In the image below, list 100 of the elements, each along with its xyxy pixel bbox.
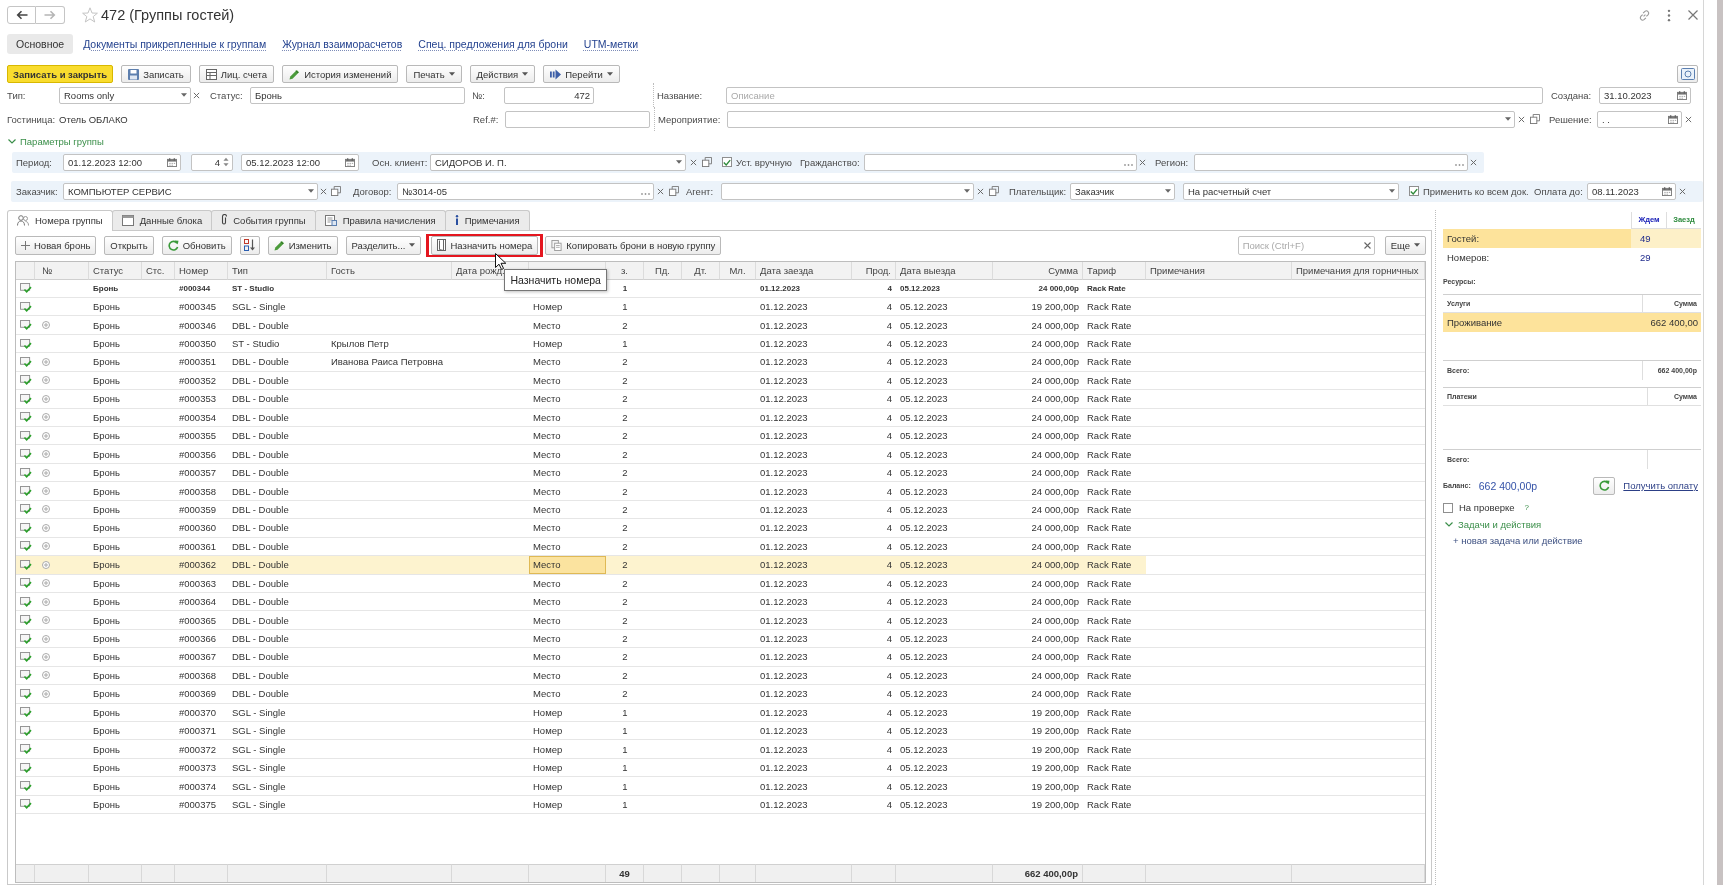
tasks-toggle[interactable]: Задачи и действия <box>1443 517 1542 532</box>
new-task-link[interactable]: + новая задача или действие <box>1443 533 1583 548</box>
column-header[interactable]: Примечания для горничных <box>1292 261 1425 280</box>
column-header[interactable]: Гость <box>327 261 452 280</box>
payment-method-field[interactable]: На расчетный счет <box>1183 182 1399 200</box>
table-row[interactable]: Бронь #000360 DBL - Double Место 2 01.12.2023 4 05.12.2023 24 000,00р Rack Rate <box>16 519 1425 538</box>
table-row[interactable]: Бронь #000356 DBL - Double Место 2 01.12.2023 4 05.12.2023 24 000,00р Rack Rate <box>16 445 1425 464</box>
checkbox[interactable] <box>722 157 732 167</box>
client-field[interactable]: СИДОРОВ И. П. <box>430 153 686 171</box>
copy-button[interactable]: Копировать брони в новую группу <box>545 235 722 255</box>
split-button[interactable]: Разделить... <box>345 235 422 255</box>
back-button[interactable] <box>7 6 36 24</box>
column-header[interactable]: Примечания <box>1146 261 1292 280</box>
table-row[interactable]: Бронь #000368 DBL - Double Место 2 01.12.2023 4 05.12.2023 24 000,00р Rack Rate <box>16 666 1425 686</box>
date-field[interactable]: . . <box>1597 110 1682 128</box>
column-header[interactable]: Дата выезда <box>896 261 993 280</box>
assign-rooms-button[interactable]: Назначить номера <box>431 235 539 255</box>
column-header[interactable]: Сумма <box>993 261 1083 280</box>
section-link[interactable]: UTM-метки <box>583 37 639 50</box>
edit-button[interactable]: Изменить <box>267 235 338 255</box>
payer-field[interactable]: Заказчик <box>1070 182 1175 200</box>
section-link[interactable]: Спец. предложения для брони <box>418 37 568 50</box>
new-booking-button[interactable]: Новая бронь <box>15 235 97 255</box>
refresh-button[interactable] <box>1593 476 1616 495</box>
table-row[interactable]: Бронь #000355 DBL - Double Место 2 01.12.2023 4 05.12.2023 24 000,00р Rack Rate <box>16 427 1425 446</box>
tab[interactable]: Данные блока <box>111 209 213 230</box>
clear-icon[interactable] <box>1470 158 1477 166</box>
column-header[interactable]: Прод. <box>852 261 896 280</box>
table-row[interactable]: Бронь #000346 DBL - Double Место 2 01.12.2023 4 05.12.2023 24 000,00р Rack Rate <box>16 316 1425 335</box>
squares-icon[interactable] <box>331 186 341 196</box>
table-row[interactable]: Бронь #000352 DBL - Double Место 2 01.12.2023 4 05.12.2023 24 000,00р Rack Rate <box>16 371 1425 391</box>
citizenship-field[interactable] <box>864 153 1137 171</box>
save-button[interactable]: Записать <box>121 65 191 83</box>
clear-icon[interactable] <box>1679 187 1686 195</box>
clear-icon[interactable] <box>977 187 984 195</box>
column-header[interactable]: № <box>35 261 89 280</box>
table-row[interactable]: Бронь #000365 DBL - Double Место 2 01.12.2023 4 05.12.2023 24 000,00р Rack Rate <box>16 611 1425 630</box>
column-header[interactable]: Дт. <box>682 261 720 280</box>
table-row[interactable]: Бронь #000359 DBL - Double Место 2 01.12.2023 4 05.12.2023 24 000,00р Rack Rate <box>16 500 1425 520</box>
column-header[interactable]: Пд. <box>644 261 682 280</box>
screen-button[interactable] <box>1677 65 1698 83</box>
table-row[interactable]: Бронь #000370 SGL - Single Номер 1 01.12.2023 4 05.12.2023 19 200,00р Rack Rate <box>16 703 1425 722</box>
table-row[interactable]: Бронь #000357 DBL - Double Место 2 01.12.2023 4 05.12.2023 24 000,00р Rack Rate <box>16 463 1425 483</box>
table-row[interactable]: Бронь #000372 SGL - Single Номер 1 01.12.2023 4 05.12.2023 19 200,00р Rack Rate <box>16 740 1425 759</box>
ref-field[interactable] <box>505 110 650 128</box>
squares-icon[interactable] <box>669 186 679 196</box>
history-button[interactable]: История изменений <box>282 65 399 83</box>
checkbox[interactable] <box>1443 502 1453 513</box>
column-header[interactable]: Стс. <box>142 261 175 280</box>
column-header[interactable]: Дата заезда <box>756 261 852 280</box>
section-link[interactable]: Документы прикрепленные к группам <box>83 37 267 50</box>
spin-arrows-icon[interactable] <box>223 156 229 168</box>
menu-button[interactable]: Печать <box>406 65 462 83</box>
squares-icon[interactable] <box>1530 114 1540 124</box>
clear-icon[interactable] <box>193 91 200 99</box>
caret-icon[interactable] <box>308 189 314 193</box>
caret-icon[interactable] <box>676 160 682 164</box>
caret-icon[interactable] <box>1389 189 1395 193</box>
get-payment-link[interactable]: Получить оплату <box>1623 480 1698 491</box>
section-link[interactable]: Журнал взаиморасчетов <box>282 37 403 50</box>
table-row[interactable]: Бронь #000351 DBL - Double Иванова Раиса Петровна Место 2 01.12.2023 4 05.12.2023 24 000,00р Rack Rate <box>16 353 1425 372</box>
squares-icon[interactable] <box>989 186 999 196</box>
table-row[interactable]: Бронь #000373 SGL - Single Номер 1 01.12.2023 4 05.12.2023 19 200,00р Rack Rate <box>16 758 1425 778</box>
date-field[interactable]: 01.12.2023 12:00 <box>63 153 181 171</box>
calendar-icon[interactable] <box>1662 186 1672 196</box>
menu-button[interactable]: Действия <box>469 65 536 83</box>
clear-icon[interactable] <box>1685 115 1692 123</box>
more-button[interactable]: Еще <box>1384 235 1426 255</box>
column-header[interactable]: з. <box>606 261 644 280</box>
clear-icon[interactable] <box>1139 158 1146 166</box>
table-row[interactable]: Бронь #000354 DBL - Double Место 2 01.12.2023 4 05.12.2023 24 000,00р Rack Rate <box>16 408 1425 427</box>
status-field[interactable]: Бронь <box>250 86 465 104</box>
table-row[interactable]: Бронь #000366 DBL - Double Место 2 01.12.2023 4 05.12.2023 24 000,00р Rack Rate <box>16 629 1425 649</box>
table-row[interactable]: Бронь #000363 DBL - Double Место 2 01.12.2023 4 05.12.2023 24 000,00р Rack Rate <box>16 574 1425 593</box>
link-icon[interactable] <box>1638 8 1651 22</box>
caret-icon[interactable] <box>1505 117 1511 121</box>
column-header[interactable]: Номер <box>175 261 228 280</box>
column-header[interactable]: Тариф <box>1083 261 1146 280</box>
tab[interactable]: События группы <box>211 209 316 230</box>
clear-icon[interactable] <box>690 158 697 166</box>
clear-icon[interactable] <box>1518 115 1525 123</box>
table-row[interactable]: Бронь #000350 ST - Studio Крылов Петр Номер 1 01.12.2023 4 05.12.2023 24 000,00р Rack Rate <box>16 334 1425 354</box>
save-close-button[interactable]: Записать и закрыть <box>7 65 114 83</box>
table-row[interactable]: Бронь #000364 DBL - Double Место 2 01.12.2023 4 05.12.2023 24 000,00р Rack Rate <box>16 592 1425 612</box>
number-field[interactable]: 472 <box>504 86 594 104</box>
table-row[interactable]: Бронь #000362 DBL - Double Место 2 01.12.2023 4 05.12.2023 24 000,00р Rack Rate <box>16 556 1425 575</box>
agent-field[interactable] <box>721 182 974 200</box>
event-field[interactable] <box>727 110 1515 128</box>
column-header[interactable]: Тип <box>228 261 327 280</box>
squares-icon[interactable] <box>702 157 712 167</box>
customer-field[interactable]: КОМПЬЮТЕР СЕРВИС <box>63 182 318 200</box>
calendar-icon[interactable] <box>167 157 177 167</box>
nights-field[interactable]: 4 <box>191 153 233 171</box>
sort-button[interactable] <box>239 235 260 255</box>
table-row[interactable]: Бронь #000375 SGL - Single Номер 1 01.12.2023 4 05.12.2023 19 200,00р Rack Rate <box>16 795 1425 815</box>
table-row[interactable]: Бронь #000367 DBL - Double Место 2 01.12.2023 4 05.12.2023 24 000,00р Rack Rate <box>16 648 1425 667</box>
table-row[interactable]: Бронь #000374 SGL - Single Номер 1 01.12.2023 4 05.12.2023 19 200,00р Rack Rate <box>16 777 1425 796</box>
calendar-icon[interactable] <box>1677 90 1687 100</box>
clear-icon[interactable] <box>320 187 327 195</box>
tab[interactable]: Примечания <box>444 209 530 230</box>
